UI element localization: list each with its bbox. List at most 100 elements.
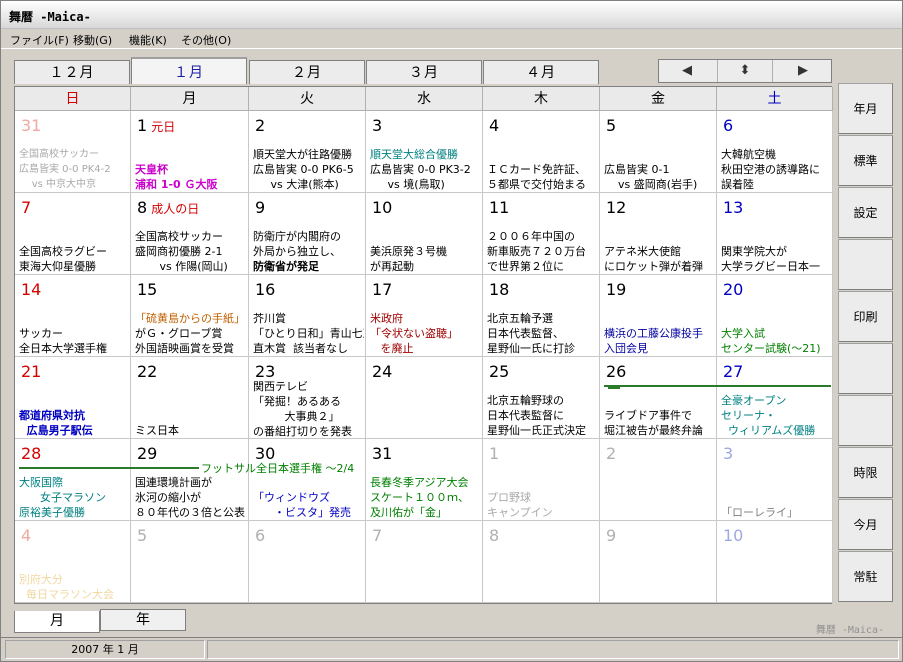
day-number-text: 7 <box>372 526 383 545</box>
futsal-span-bar <box>19 467 199 469</box>
prev-arrow-icon[interactable]: ◀ <box>659 60 715 82</box>
day-number: 27 <box>723 362 743 381</box>
day-cell[interactable]: 22 ミス日本 に萩美香さん <box>131 357 249 439</box>
day-number-text: 2 <box>606 444 617 463</box>
tab-jan[interactable]: １月 <box>131 57 247 84</box>
day-number: 26 <box>606 362 626 381</box>
day-cell[interactable]: 5 広島皆実 0-1 vs 盛岡商(岩手) <box>600 111 717 193</box>
day-cell[interactable]: 24 ダボス会議が開幕 <box>366 357 483 439</box>
day-number: 13 <box>723 198 743 217</box>
day-cell[interactable]: 5 <box>131 521 249 603</box>
menu-other[interactable]: その他(O) <box>181 32 231 48</box>
day-number: 8 <box>489 526 499 545</box>
day-cell[interactable]: 31 長春冬季アジア大会 スケート１００ｍ、 及川佑が「金」 <box>366 439 483 521</box>
tab-mar[interactable]: ３月 <box>366 60 482 84</box>
menu-move[interactable]: 移動(G) <box>73 32 112 48</box>
day-cell[interactable]: 7 <box>366 521 483 603</box>
day-cell[interactable]: 1 プロ野球 キャンプイン <box>483 439 600 521</box>
day-cell[interactable]: 13 関東学院大が 大学ラグビー日本一 <box>717 193 833 275</box>
day-number-text: 3 <box>372 116 383 135</box>
day-cell[interactable]: 4 別府大分 毎日マラソン大会 <box>15 521 131 603</box>
day-cell[interactable]: 6 大韓航空機 秋田空港の誘導路に 誤着陸 <box>717 111 833 193</box>
day-number: 4 <box>21 526 31 545</box>
day-cell[interactable]: 25 北京五輪野球の 日本代表監督に 星野仙一氏正式決定 <box>483 357 600 439</box>
day-cell[interactable]: 3 順天堂大総合優勝 広島皆実 0-0 PK3-2 vs 境(鳥取) <box>366 111 483 193</box>
tab-dec[interactable]: １２月 <box>14 60 130 84</box>
sidebar-button[interactable] <box>838 343 893 394</box>
day-number: 6 <box>255 526 265 545</box>
day-number-text: 5 <box>137 526 148 545</box>
day-number: 11 <box>489 198 509 217</box>
sidebar-button[interactable] <box>838 395 893 446</box>
day-number-text: 16 <box>255 280 276 299</box>
sidebar-button[interactable]: 標準 <box>838 135 893 186</box>
menu-function[interactable]: 機能(K) <box>129 32 167 48</box>
day-cell[interactable]: 23 関西テレビ 「発掘！あるある 大事典２」 の番組打切りを発表 <box>249 357 366 439</box>
tab-feb[interactable]: ２月 <box>249 60 365 84</box>
sidebar-button[interactable]: 時限 <box>838 447 893 498</box>
day-number: 7 <box>21 198 31 217</box>
day-cell[interactable]: 11 ２００６年中国の 新車販売７２０万台 で世界第２位に <box>483 193 600 275</box>
day-cell[interactable]: 9 「コン・エアー」 <box>600 521 717 603</box>
day-cell[interactable]: 27 全豪オープン セリーナ・ ウィリアムズ優勝 <box>717 357 833 439</box>
event-text: アテネ米大使館 にロケット弾が着弾 <box>604 245 703 273</box>
day-cell[interactable]: 18 北京五輪予選 日本代表監督、 星野仙一氏に打診 <box>483 275 600 357</box>
day-number: 6 <box>723 116 733 135</box>
day-number-text: 25 <box>489 362 510 381</box>
updown-arrow-icon[interactable]: ⬍ <box>717 60 773 82</box>
day-cell[interactable]: 2 <box>600 439 717 521</box>
menu-file[interactable]: ファイル(F) <box>10 32 69 48</box>
sidebar-button[interactable]: 設定 <box>838 187 893 238</box>
day-number-text: 4 <box>489 116 500 135</box>
sidebar-button[interactable]: 今月 <box>838 499 893 550</box>
event-text: 「ローレライ」 <box>721 506 798 519</box>
day-cell[interactable]: 21 都道府県対抗 広島男子駅伝 兵庫県優勝 <box>15 357 131 439</box>
event-text: 全豪オープン セリーナ・ ウィリアムズ優勝 <box>721 394 816 437</box>
tab-year-view[interactable]: 年 <box>100 609 186 631</box>
sidebar-button[interactable]: 印刷 <box>838 291 893 342</box>
tab-apr[interactable]: ４月 <box>483 60 599 84</box>
day-cell[interactable]: 12 アテネ米大使館 にロケット弾が着弾 <box>600 193 717 275</box>
day-cell[interactable]: 15 「硫黄島からの手紙」 がＧ・グローブ賞 外国語映画賞を受賞 <box>131 275 249 357</box>
day-cell[interactable]: 6 <box>249 521 366 603</box>
day-cell[interactable]: 10 美浜原発３号機 が再起動 <box>366 193 483 275</box>
sidebar-button[interactable]: 常駐 <box>838 551 893 602</box>
month-navigator: ◀ ⬍ ▶ <box>658 59 832 83</box>
day-cell[interactable]: 14 サッカー 全日本大学選手権 駒澤大学３連覇 <box>15 275 131 357</box>
tab-month-view[interactable]: 月 <box>14 611 100 633</box>
sidebar-button[interactable] <box>838 239 893 290</box>
day-cell[interactable]: 20 大学入試 センター試験(～21) <box>717 275 833 357</box>
day-cell[interactable]: 8 成人の日 全国高校サッカー 盛岡商初優勝 2-1 vs 作陽(岡山) <box>131 193 249 275</box>
day-number: 15 <box>137 280 157 299</box>
menu-bar: ファイル(F) 移動(G) 機能(K) その他(O) <box>1 29 902 49</box>
day-cell[interactable]: 2 順天堂大が往路優勝 広島皆実 0-0 PK6-5 vs 大津(熊本) <box>249 111 366 193</box>
day-number: 10 <box>723 526 743 545</box>
event-text: 芥川賞 「ひとり日和」青山七恵 直木賞 該当者なし <box>253 312 364 355</box>
day-cell[interactable]: 1 元日 天皇杯 浦和 1-0 Ｇ大阪 <box>131 111 249 193</box>
sidebar: 年月 標準 設定印刷時限 今月 常駐 <box>838 83 893 605</box>
day-cell[interactable]: 28 大阪国際 女子マラソン 原裕美子優勝 <box>15 439 131 521</box>
day-cell[interactable]: 29 国連環境計画が 氷河の縮小が ８０年代の３倍と公表 <box>131 439 249 521</box>
day-cell[interactable]: 7 全国高校ラグビー 東海大仰星優勝 <box>15 193 131 275</box>
event-text: 全国高校ラグビー 東海大仰星優勝 <box>19 245 107 273</box>
day-number: 4 <box>489 116 499 135</box>
day-number-text: 8 <box>489 526 500 545</box>
sidebar-button[interactable]: 年月 <box>838 83 893 134</box>
day-cell[interactable]: 16 芥川賞 「ひとり日和」青山七恵 直木賞 該当者なし <box>249 275 366 357</box>
day-number-text: 14 <box>21 280 42 299</box>
day-cell[interactable]: 10 <box>717 521 833 603</box>
day-number: 22 <box>137 362 157 381</box>
next-arrow-icon[interactable]: ▶ <box>775 60 831 82</box>
day-cell[interactable]: 31 全国高校サッカー 広島皆実 0-0 PK4-2 vs 中京大中京 <box>15 111 131 193</box>
day-cell[interactable]: 9 防衛庁が内閣府の 外局から独立し、 防衛省が発足 <box>249 193 366 275</box>
day-cell[interactable]: 3 「ローレライ」 <box>717 439 833 521</box>
event-text: ダボス会議が開幕 <box>370 393 481 438</box>
day-cell[interactable]: 26 ライブドア事件で 堀江被告が最終弁論 <box>600 357 717 439</box>
day-cell[interactable]: 17 米政府 「令状ない盗聴」 を廃止 <box>366 275 483 357</box>
event-text: 大阪国際 女子マラソン 原裕美子優勝 <box>19 476 106 519</box>
day-cell[interactable]: 19 横浜の工藤公康投手 入団会見 <box>600 275 717 357</box>
status-bar: 2007 年 1 月 <box>1 637 902 661</box>
day-cell[interactable]: 8 ６カ国協議再開予定 <box>483 521 600 603</box>
day-cell[interactable]: 30 「ウィンドウズ ・ビスタ」発売 <box>249 439 366 521</box>
day-cell[interactable]: 4 ＩＣカード免許証、 ５都県で交付始まる <box>483 111 600 193</box>
